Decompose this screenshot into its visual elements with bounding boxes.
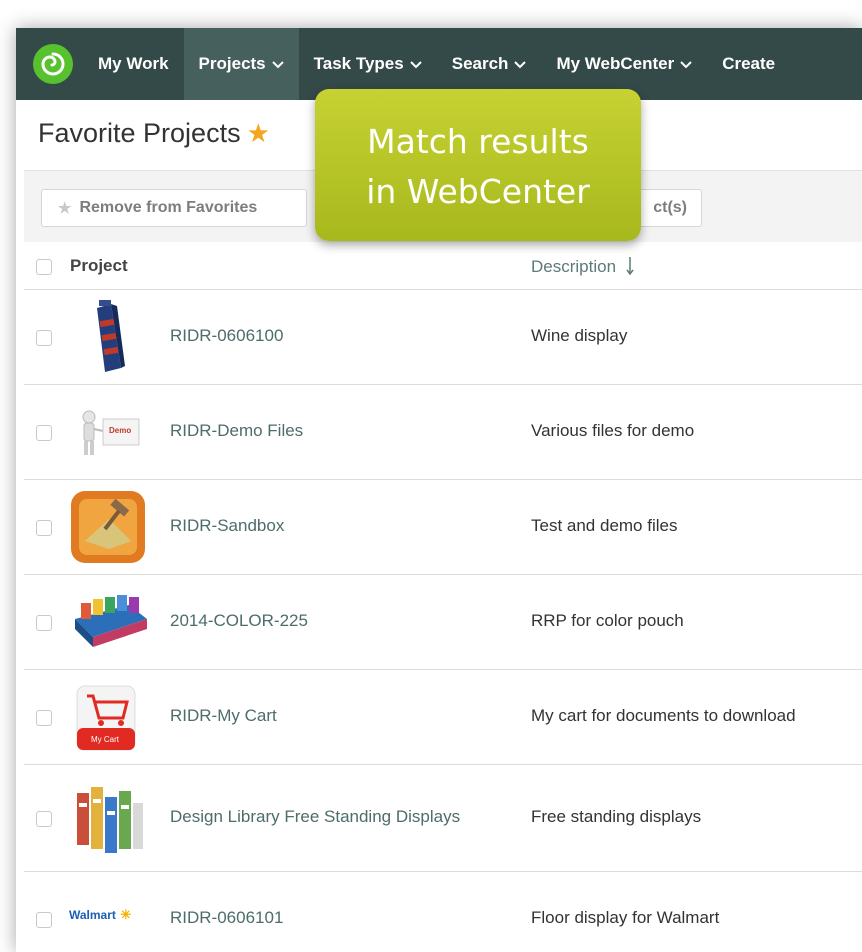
- color-pouch-thumb: [69, 593, 149, 651]
- standing-displays-thumb: [69, 783, 149, 855]
- project-name-link[interactable]: 2014-COLOR-225: [170, 611, 308, 631]
- table-row[interactable]: Design Library Free Standing Displays Fr…: [24, 765, 862, 872]
- demo-figure-thumb: Demo: [69, 409, 149, 457]
- project-description: Various files for demo: [531, 421, 695, 440]
- thumb-label: Walmart: [69, 908, 116, 922]
- row-checkbox[interactable]: [36, 811, 52, 827]
- annotation-callout: Match results in WebCenter: [315, 89, 641, 241]
- project-description: Free standing displays: [531, 807, 702, 826]
- walmart-spark-icon: ✳: [120, 907, 132, 922]
- table-row[interactable]: RIDR-0606100 Wine display: [24, 290, 862, 385]
- project-name-link[interactable]: RIDR-Sandbox: [170, 516, 284, 536]
- chevron-down-icon: [514, 54, 527, 74]
- sandbox-app-thumb: [69, 489, 149, 566]
- project-description: My cart for documents to download: [531, 706, 796, 725]
- page-header: Favorite Projects ★: [38, 118, 270, 149]
- row-checkbox[interactable]: [36, 330, 52, 346]
- row-checkbox[interactable]: [36, 425, 52, 441]
- project-name-link[interactable]: RIDR-0606100: [170, 326, 283, 346]
- table-row[interactable]: My Cart RIDR-My Cart My cart for documen…: [24, 670, 862, 765]
- project-description: Floor display for Walmart: [531, 908, 720, 927]
- row-checkbox[interactable]: [36, 615, 52, 631]
- callout-line-1: Match results: [367, 122, 589, 161]
- row-checkbox[interactable]: [36, 520, 52, 536]
- project-description: RRP for color pouch: [531, 611, 684, 630]
- thumb-label: My Cart: [91, 735, 119, 744]
- table-row[interactable]: Demo RIDR-Demo Files Various files for d…: [24, 385, 862, 480]
- table-row[interactable]: 2014-COLOR-225 RRP for color pouch: [24, 575, 862, 670]
- project-name-link[interactable]: RIDR-Demo Files: [170, 421, 303, 441]
- nav-projects[interactable]: Projects: [183, 28, 299, 100]
- webcenter-logo-icon[interactable]: [33, 44, 73, 84]
- my-cart-thumb: My Cart: [69, 684, 149, 752]
- row-checkbox[interactable]: [36, 912, 52, 928]
- sort-down-icon: [621, 257, 635, 276]
- project-description: Wine display: [531, 326, 628, 345]
- walmart-logo-thumb: Walmart ✳: [69, 906, 149, 930]
- page-title: Favorite Projects: [38, 118, 241, 148]
- table-row[interactable]: RIDR-Sandbox Test and demo files: [24, 480, 862, 575]
- chevron-down-icon: [680, 54, 692, 74]
- project-description: Test and demo files: [531, 516, 678, 535]
- project-name-link[interactable]: RIDR-My Cart: [170, 706, 277, 726]
- callout-line-2: in WebCenter: [366, 172, 590, 211]
- nav-my-work[interactable]: My Work: [83, 28, 184, 100]
- star-icon: ★: [58, 200, 72, 217]
- project-name-link[interactable]: Design Library Free Standing Displays: [170, 807, 460, 827]
- select-all-checkbox[interactable]: [36, 259, 52, 275]
- favorite-star-icon: ★: [246, 118, 270, 148]
- wine-display-thumb: [69, 300, 149, 376]
- project-name-link[interactable]: RIDR-0606101: [170, 908, 283, 928]
- chevron-down-icon: [271, 54, 284, 74]
- chevron-down-icon: [410, 54, 422, 74]
- table-header: Project Description: [24, 242, 862, 290]
- thumb-label: Demo: [109, 426, 132, 435]
- row-checkbox[interactable]: [36, 710, 52, 726]
- column-header-description[interactable]: Description: [531, 256, 635, 277]
- table-row[interactable]: Walmart ✳ RIDR-0606101 Floor display for…: [24, 872, 862, 952]
- column-header-project[interactable]: Project: [70, 256, 128, 276]
- nav-create[interactable]: Create: [707, 28, 790, 100]
- remove-from-favorites-button[interactable]: ★ Remove from Favorites: [41, 189, 307, 227]
